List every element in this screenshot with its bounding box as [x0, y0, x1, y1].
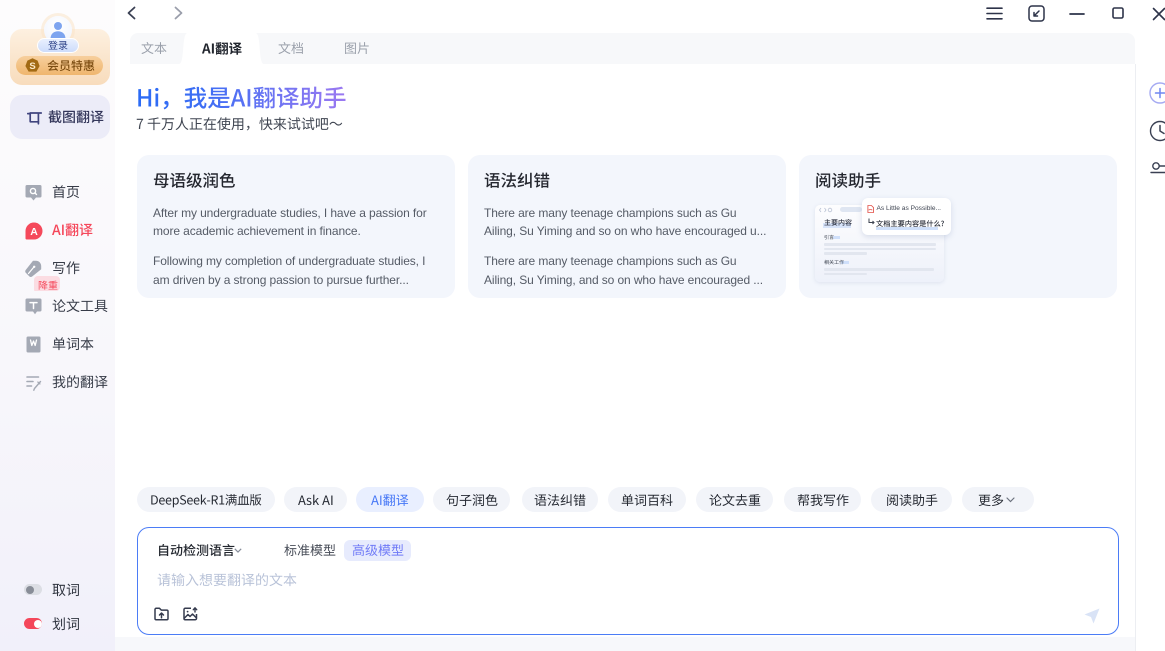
svg-text:S: S: [29, 61, 35, 72]
svg-text:A: A: [30, 226, 38, 238]
